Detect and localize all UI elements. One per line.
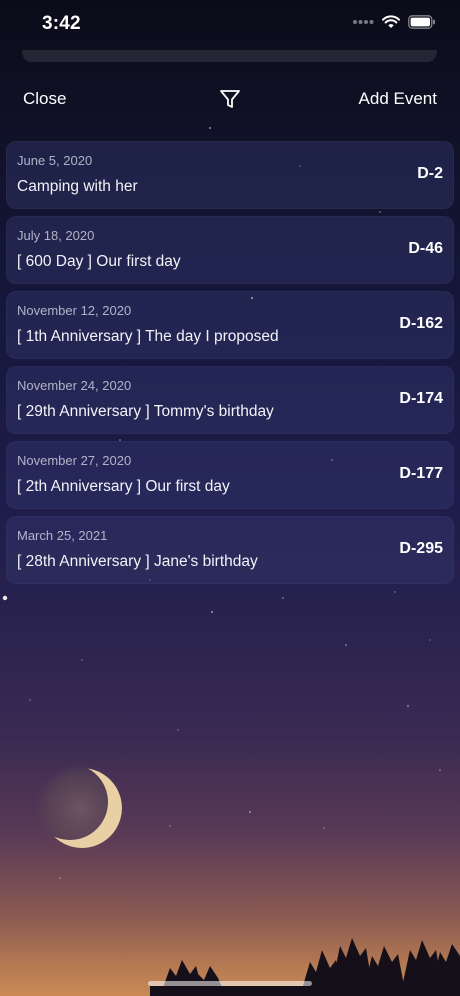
event-dday-badge: D-2 [417, 165, 443, 182]
event-title: [ 600 Day ] Our first day [17, 253, 181, 270]
event-card[interactable]: November 12, 2020 [ 1th Anniversary ] Th… [6, 291, 454, 359]
event-card[interactable]: November 27, 2020 [ 2th Anniversary ] Ou… [6, 441, 454, 509]
event-title: [ 1th Anniversary ] The day I proposed [17, 328, 279, 345]
event-card[interactable]: November 24, 2020 [ 29th Anniversary ] T… [6, 366, 454, 434]
event-title: [ 29th Anniversary ] Tommy's birthday [17, 403, 274, 420]
battery-icon [408, 15, 435, 29]
crescent-moon-image [34, 762, 126, 854]
event-date: November 27, 2020 [17, 453, 132, 468]
event-title: [ 2th Anniversary ] Our first day [17, 478, 230, 495]
event-list: June 5, 2020 Camping with her D-2 July 1… [6, 141, 454, 591]
filter-button[interactable] [218, 87, 242, 111]
status-icons [352, 15, 436, 29]
event-dday-badge: D-177 [399, 465, 443, 482]
event-date: March 25, 2021 [17, 528, 108, 543]
status-time: 3:42 [42, 13, 81, 34]
add-event-button[interactable]: Add Event [359, 89, 437, 109]
event-dday-badge: D-162 [399, 315, 443, 332]
cellular-signal-icon [353, 20, 374, 24]
event-date: November 24, 2020 [17, 378, 132, 393]
event-dday-badge: D-46 [408, 240, 443, 257]
event-date: November 12, 2020 [17, 303, 132, 318]
event-date: July 18, 2020 [17, 228, 95, 243]
event-title: [ 28th Anniversary ] Jane's birthday [17, 553, 258, 570]
event-date: June 5, 2020 [17, 153, 93, 168]
event-title: Camping with her [17, 178, 138, 195]
home-indicator[interactable] [148, 981, 312, 986]
event-card[interactable]: June 5, 2020 Camping with her D-2 [6, 141, 454, 209]
status-bar: 3:42 [0, 0, 460, 48]
nav-bar: Close Add Event [0, 80, 460, 120]
close-button[interactable]: Close [23, 89, 66, 109]
wifi-icon [382, 15, 400, 28]
event-dday-badge: D-295 [399, 540, 443, 557]
sheet-grabber [22, 50, 437, 62]
filter-icon [220, 90, 240, 108]
event-card[interactable]: July 18, 2020 [ 600 Day ] Our first day … [6, 216, 454, 284]
event-dday-badge: D-174 [399, 390, 443, 407]
event-card[interactable]: March 25, 2021 [ 28th Anniversary ] Jane… [6, 516, 454, 584]
